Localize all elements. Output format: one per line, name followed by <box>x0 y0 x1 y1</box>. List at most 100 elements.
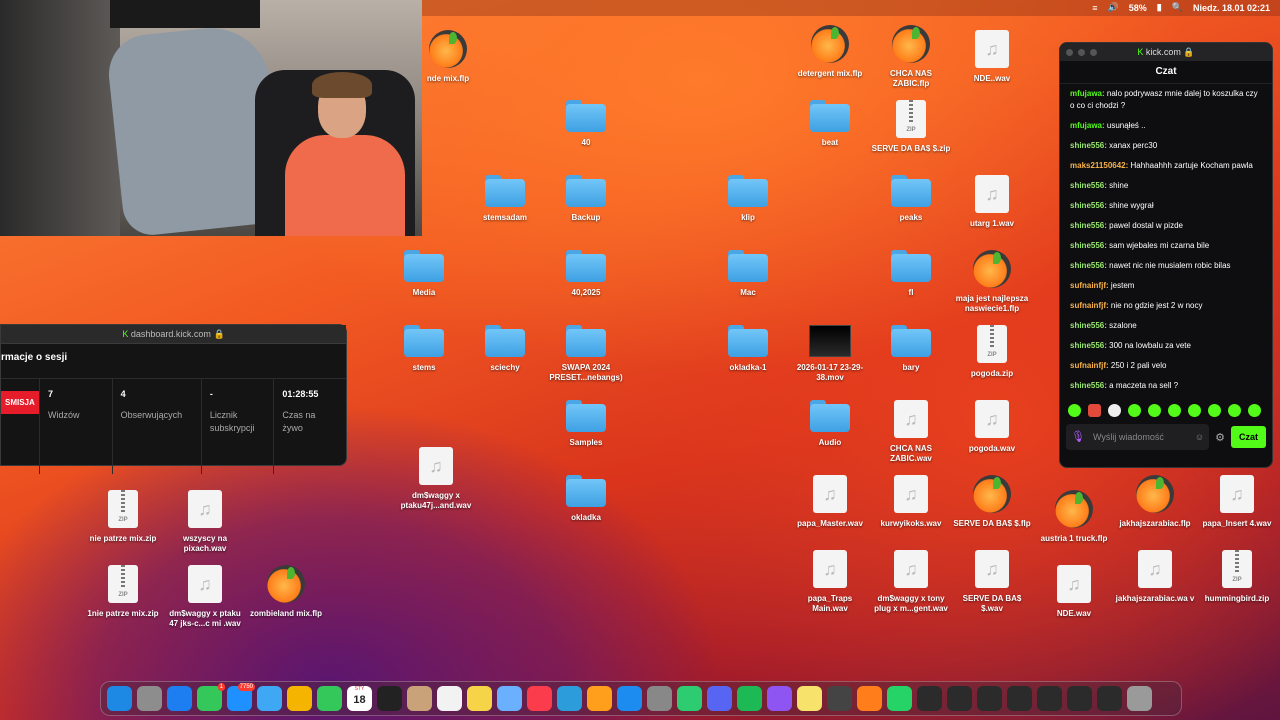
desktop-icon[interactable]: nie patrze mix.zip <box>83 490 163 544</box>
dock-app-icon[interactable]: 1 <box>197 683 225 711</box>
dock-app-icon[interactable] <box>437 686 462 711</box>
emote-icon[interactable] <box>1148 403 1161 417</box>
emote-icon[interactable] <box>1188 403 1201 417</box>
dock-app-icon[interactable] <box>797 686 822 711</box>
chat-message[interactable]: shine556: xanax perc30 <box>1070 140 1262 152</box>
send-chat-button[interactable]: Czat <box>1230 426 1266 448</box>
emote-icon[interactable] <box>1208 403 1221 417</box>
desktop-icon[interactable]: ♫ dm$waggy x ptaku47j...and.wav <box>396 447 476 511</box>
desktop-icon[interactable]: detergent mix.flp <box>790 25 870 79</box>
dock-app-icon[interactable] <box>707 686 732 711</box>
desktop-icon[interactable]: ♫ pogoda.wav <box>952 400 1032 454</box>
dashboard-url-bar[interactable]: K dashboard.kick.com 🔒 <box>1 325 346 344</box>
chat-username[interactable]: shine556 <box>1070 341 1104 350</box>
desktop-icon[interactable]: SERVE DA BA$ $.flp <box>952 475 1032 529</box>
dock-app-icon[interactable] <box>377 686 402 711</box>
dock-app-icon[interactable] <box>107 686 132 711</box>
desktop-icon[interactable]: Mac <box>708 250 788 298</box>
chat-message[interactable]: shine556: szalone <box>1070 320 1262 332</box>
desktop-icon[interactable]: ♫ NDE..wav <box>952 30 1032 84</box>
chat-username[interactable]: sufnainfjf <box>1070 281 1106 290</box>
dock-app-icon[interactable] <box>587 686 612 711</box>
chat-message[interactable]: maks21150642: Hahhaahhh zartuje Kocham p… <box>1070 160 1262 172</box>
desktop-icon[interactable]: peaks <box>871 175 951 223</box>
kick-dashboard-window[interactable]: K dashboard.kick.com 🔒 rmacje o sesji SM… <box>0 324 347 474</box>
chat-url-bar[interactable]: K kick.com 🔒 <box>1060 43 1272 61</box>
chat-message[interactable]: shine556: 300 na lowbalu za vete <box>1070 340 1262 352</box>
desktop-icon[interactable]: nde mix.flp <box>408 30 488 84</box>
chat-message[interactable]: shine556: a maczeta na sell ? <box>1070 380 1262 392</box>
dock-app-icon[interactable] <box>467 686 492 711</box>
emote-icon[interactable] <box>1168 403 1181 417</box>
desktop-icon[interactable]: maja jest najlepsza naswiecie1.flp <box>952 250 1032 314</box>
dock-app-icon[interactable] <box>1097 686 1122 711</box>
desktop-icon[interactable]: ♫ wszyscy na pixach.wav <box>165 490 245 554</box>
emote-icon[interactable] <box>1128 403 1141 417</box>
desktop-icon[interactable]: ♫ SERVE DA BA$ $.wav <box>952 550 1032 614</box>
chat-username[interactable]: sufnainfjf <box>1070 301 1106 310</box>
dock-app-icon[interactable] <box>617 686 642 711</box>
desktop-icon[interactable]: Audio <box>790 400 870 448</box>
dock-app-icon[interactable]: 7750 <box>227 683 255 711</box>
dock-app-icon[interactable] <box>527 686 552 711</box>
chat-username[interactable]: shine556 <box>1070 141 1104 150</box>
desktop-icon[interactable]: austria 1 truck.flp <box>1034 490 1114 544</box>
emote-icon[interactable] <box>1108 403 1121 417</box>
chat-username[interactable]: shine556 <box>1070 221 1104 230</box>
volume-icon[interactable]: 🔊 <box>1108 2 1119 13</box>
desktop-icon[interactable]: 2026-01-17 23-29-38.mov <box>790 325 870 383</box>
chat-message[interactable]: shine556: sam wjebales mi czarna bile <box>1070 240 1262 252</box>
desktop-icon[interactable]: stems <box>384 325 464 373</box>
dock-app-icon[interactable] <box>737 686 762 711</box>
dock-app-icon[interactable] <box>947 686 972 711</box>
chat-message[interactable]: shine556: shine <box>1070 180 1262 192</box>
desktop-icon[interactable]: ♫ CHCA NAS ZABIC.wav <box>871 400 951 464</box>
dock-app-icon[interactable]: STY 18 <box>347 686 372 711</box>
chat-username[interactable]: mfujawa <box>1070 89 1102 98</box>
chat-message[interactable]: sufnainfjf: jestem <box>1070 280 1262 292</box>
chat-input[interactable]: 🎙 Wyślij wiadomość ☺ <box>1066 424 1210 450</box>
dock-app-icon[interactable] <box>977 686 1002 711</box>
desktop-icon[interactable]: beat <box>790 100 870 148</box>
chat-message[interactable]: mfujawa: nalo podrywasz mnie dalej to ko… <box>1070 88 1262 112</box>
emoji-icon[interactable]: ☺ <box>1195 432 1204 442</box>
desktop-icon[interactable]: ♫ jakhajszarabiac.wa v <box>1115 550 1195 604</box>
desktop-icon[interactable]: ♫ papa_Traps Main.wav <box>790 550 870 614</box>
dock-app-icon[interactable] <box>827 686 852 711</box>
dock-app-icon[interactable] <box>167 686 192 711</box>
chat-message[interactable]: shine556: pawel dostal w pizde <box>1070 220 1262 232</box>
dock-app-icon[interactable] <box>887 686 912 711</box>
battery-icon[interactable]: ▮ <box>1157 2 1162 13</box>
chat-message[interactable]: sufnainfjf: nie no gdzie jest 2 w nocy <box>1070 300 1262 312</box>
emote-icon[interactable] <box>1068 403 1081 417</box>
desktop-icon[interactable]: hummingbird.zip <box>1197 550 1277 604</box>
desktop-icon[interactable]: ♫ utarg 1.wav <box>952 175 1032 229</box>
dock-app-icon[interactable] <box>137 686 162 711</box>
wifi-icon[interactable]: ≡ <box>1092 3 1097 13</box>
desktop-icon[interactable]: 1nie patrze mix.zip <box>83 565 163 619</box>
desktop-icon[interactable]: okladka <box>546 475 626 523</box>
desktop-icon[interactable]: 40 <box>546 100 626 148</box>
clock[interactable]: Niedz. 18.01 02:21 <box>1193 3 1270 13</box>
desktop-icon[interactable]: ♫ papa_Insert 4.wav <box>1197 475 1277 529</box>
kick-chat-window[interactable]: K kick.com 🔒 Czat mfujawa: nalo podrywas… <box>1059 42 1273 468</box>
battery-percent[interactable]: 58% <box>1129 3 1147 13</box>
desktop-icon[interactable]: sciechy <box>465 325 545 373</box>
emote-icon[interactable] <box>1248 403 1261 417</box>
chat-username[interactable]: sufnainfjf <box>1070 361 1106 370</box>
chat-username[interactable]: mfujawa <box>1070 121 1102 130</box>
chat-messages[interactable]: mfujawa: nalo podrywasz mnie dalej to ko… <box>1060 84 1272 400</box>
dock-app-icon[interactable] <box>257 686 282 711</box>
chat-message[interactable]: shine556: shine wygrał <box>1070 200 1262 212</box>
chat-username[interactable]: shine556 <box>1070 261 1104 270</box>
dock-app-icon[interactable] <box>407 686 432 711</box>
emote-icon[interactable] <box>1088 403 1101 417</box>
dock-app-icon[interactable] <box>767 686 792 711</box>
desktop-icon[interactable]: Backup <box>546 175 626 223</box>
chat-username[interactable]: shine556 <box>1070 321 1104 330</box>
dock-app-icon[interactable] <box>857 686 882 711</box>
dock-app-icon[interactable] <box>917 686 942 711</box>
desktop-icon[interactable]: ♫ NDE.wav <box>1034 565 1114 619</box>
desktop-icon[interactable]: CHCA NAS ZABIC.flp <box>871 25 951 89</box>
chat-username[interactable]: shine556 <box>1070 181 1104 190</box>
